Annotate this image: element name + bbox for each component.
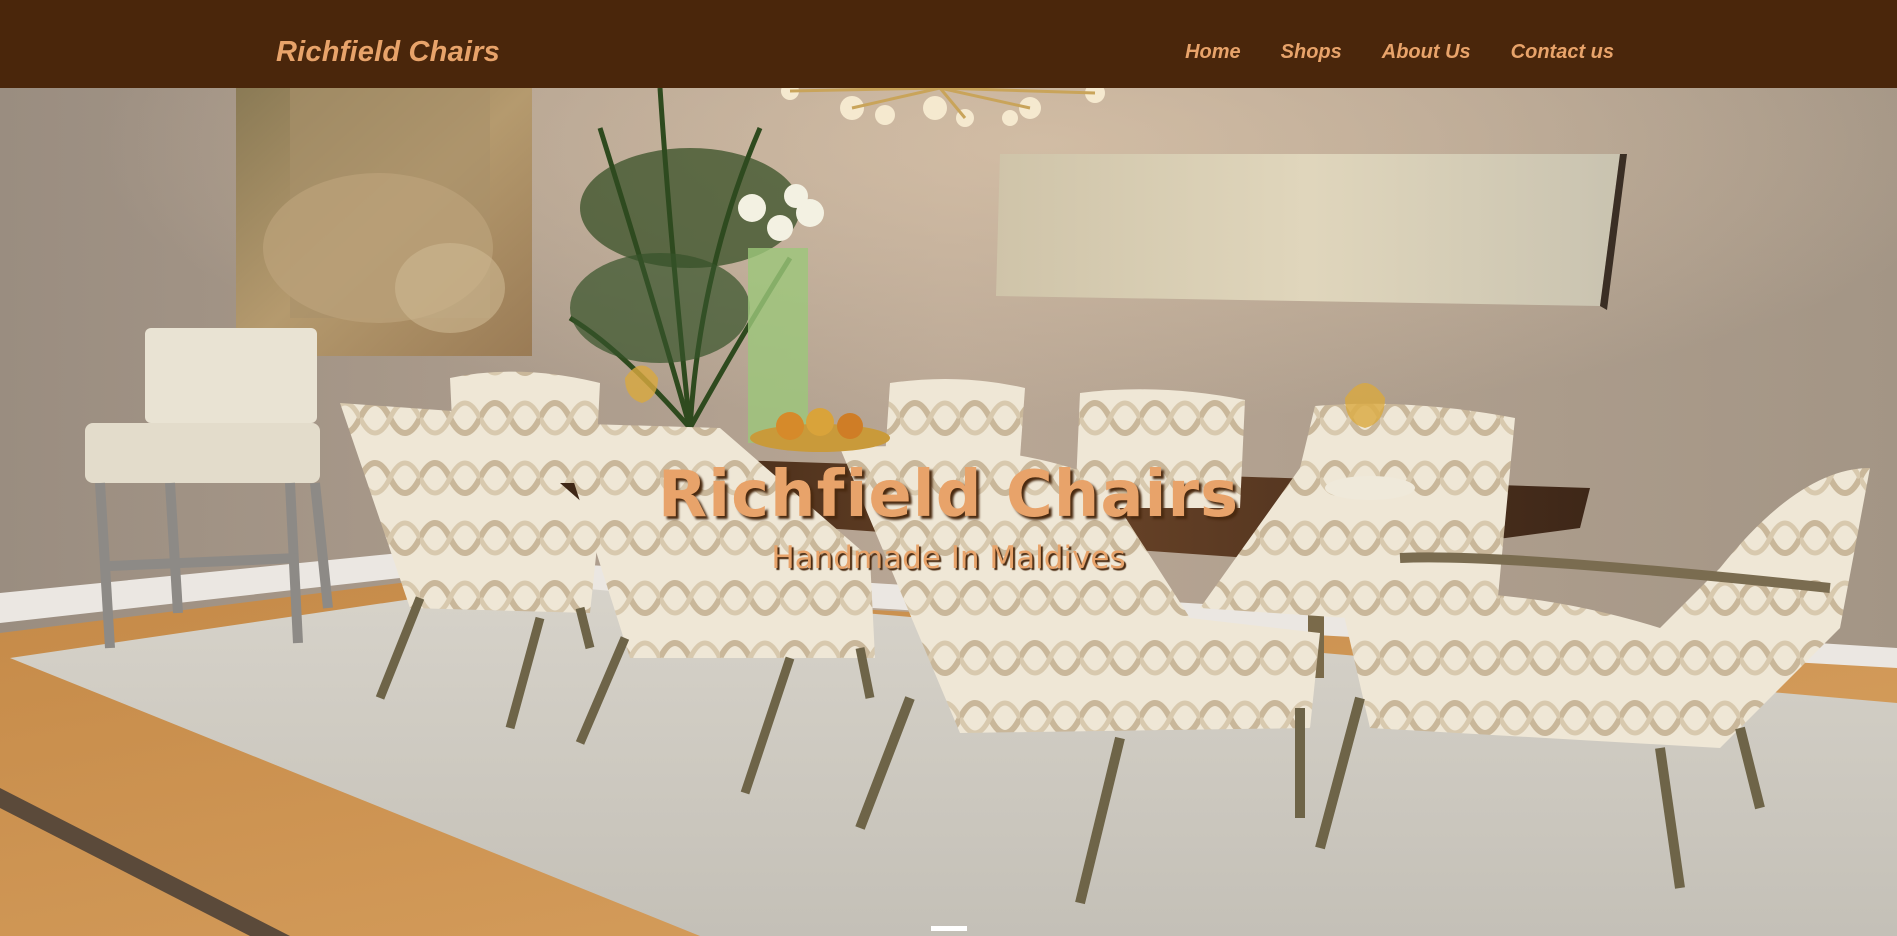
nav-link-home[interactable]: Home — [1185, 41, 1241, 64]
hero-title: Richfield Chairs — [657, 458, 1240, 532]
nav-link-about-us[interactable]: About Us — [1382, 41, 1471, 64]
nav-link-shops[interactable]: Shops — [1281, 41, 1342, 64]
brand-logo-link[interactable]: Richfield Chairs — [276, 36, 500, 69]
carousel-indicator-active[interactable] — [931, 926, 967, 931]
hero-carousel: Richfield Chairs Handmade In Maldives — [0, 88, 1897, 936]
hero-subtitle: Handmade In Maldives — [771, 540, 1126, 576]
nav-menu: Home Shops About Us Contact us — [1185, 41, 1614, 64]
nav-link-contact-us[interactable]: Contact us — [1511, 41, 1614, 64]
navbar: Richfield Chairs Home Shops About Us Con… — [0, 0, 1897, 88]
